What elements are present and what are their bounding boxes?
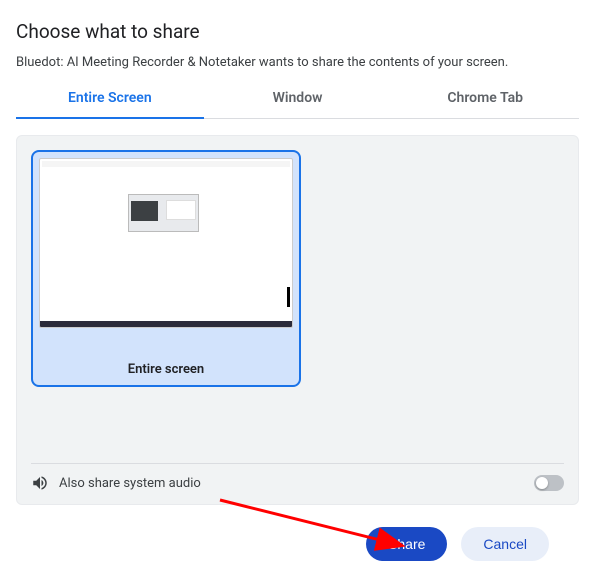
screen-thumbnail-label: Entire screen [39, 358, 293, 379]
toggle-knob [536, 477, 548, 489]
audio-share-label: Also share system audio [59, 476, 201, 491]
dialog-title: Choose what to share [16, 20, 579, 43]
share-tabs: Entire Screen Window Chrome Tab [16, 78, 579, 119]
speaker-icon [31, 474, 49, 492]
screen-thumbnail[interactable]: Entire screen [31, 150, 301, 387]
dialog-subtitle: Bluedot: AI Meeting Recorder & Notetaker… [16, 55, 579, 70]
audio-share-row: Also share system audio [31, 463, 564, 492]
screen-preview-image [39, 158, 293, 328]
share-content-area: Entire screen Also share system audio [16, 135, 579, 505]
tab-entire-screen[interactable]: Entire Screen [16, 78, 204, 118]
share-button[interactable]: Share [366, 527, 447, 561]
share-dialog: Choose what to share Bluedot: AI Meeting… [0, 0, 595, 561]
tab-chrome-tab[interactable]: Chrome Tab [391, 78, 579, 118]
cancel-button[interactable]: Cancel [461, 527, 549, 561]
audio-toggle[interactable] [534, 475, 564, 491]
tab-window[interactable]: Window [204, 78, 392, 118]
dialog-footer: Share Cancel [16, 505, 579, 561]
